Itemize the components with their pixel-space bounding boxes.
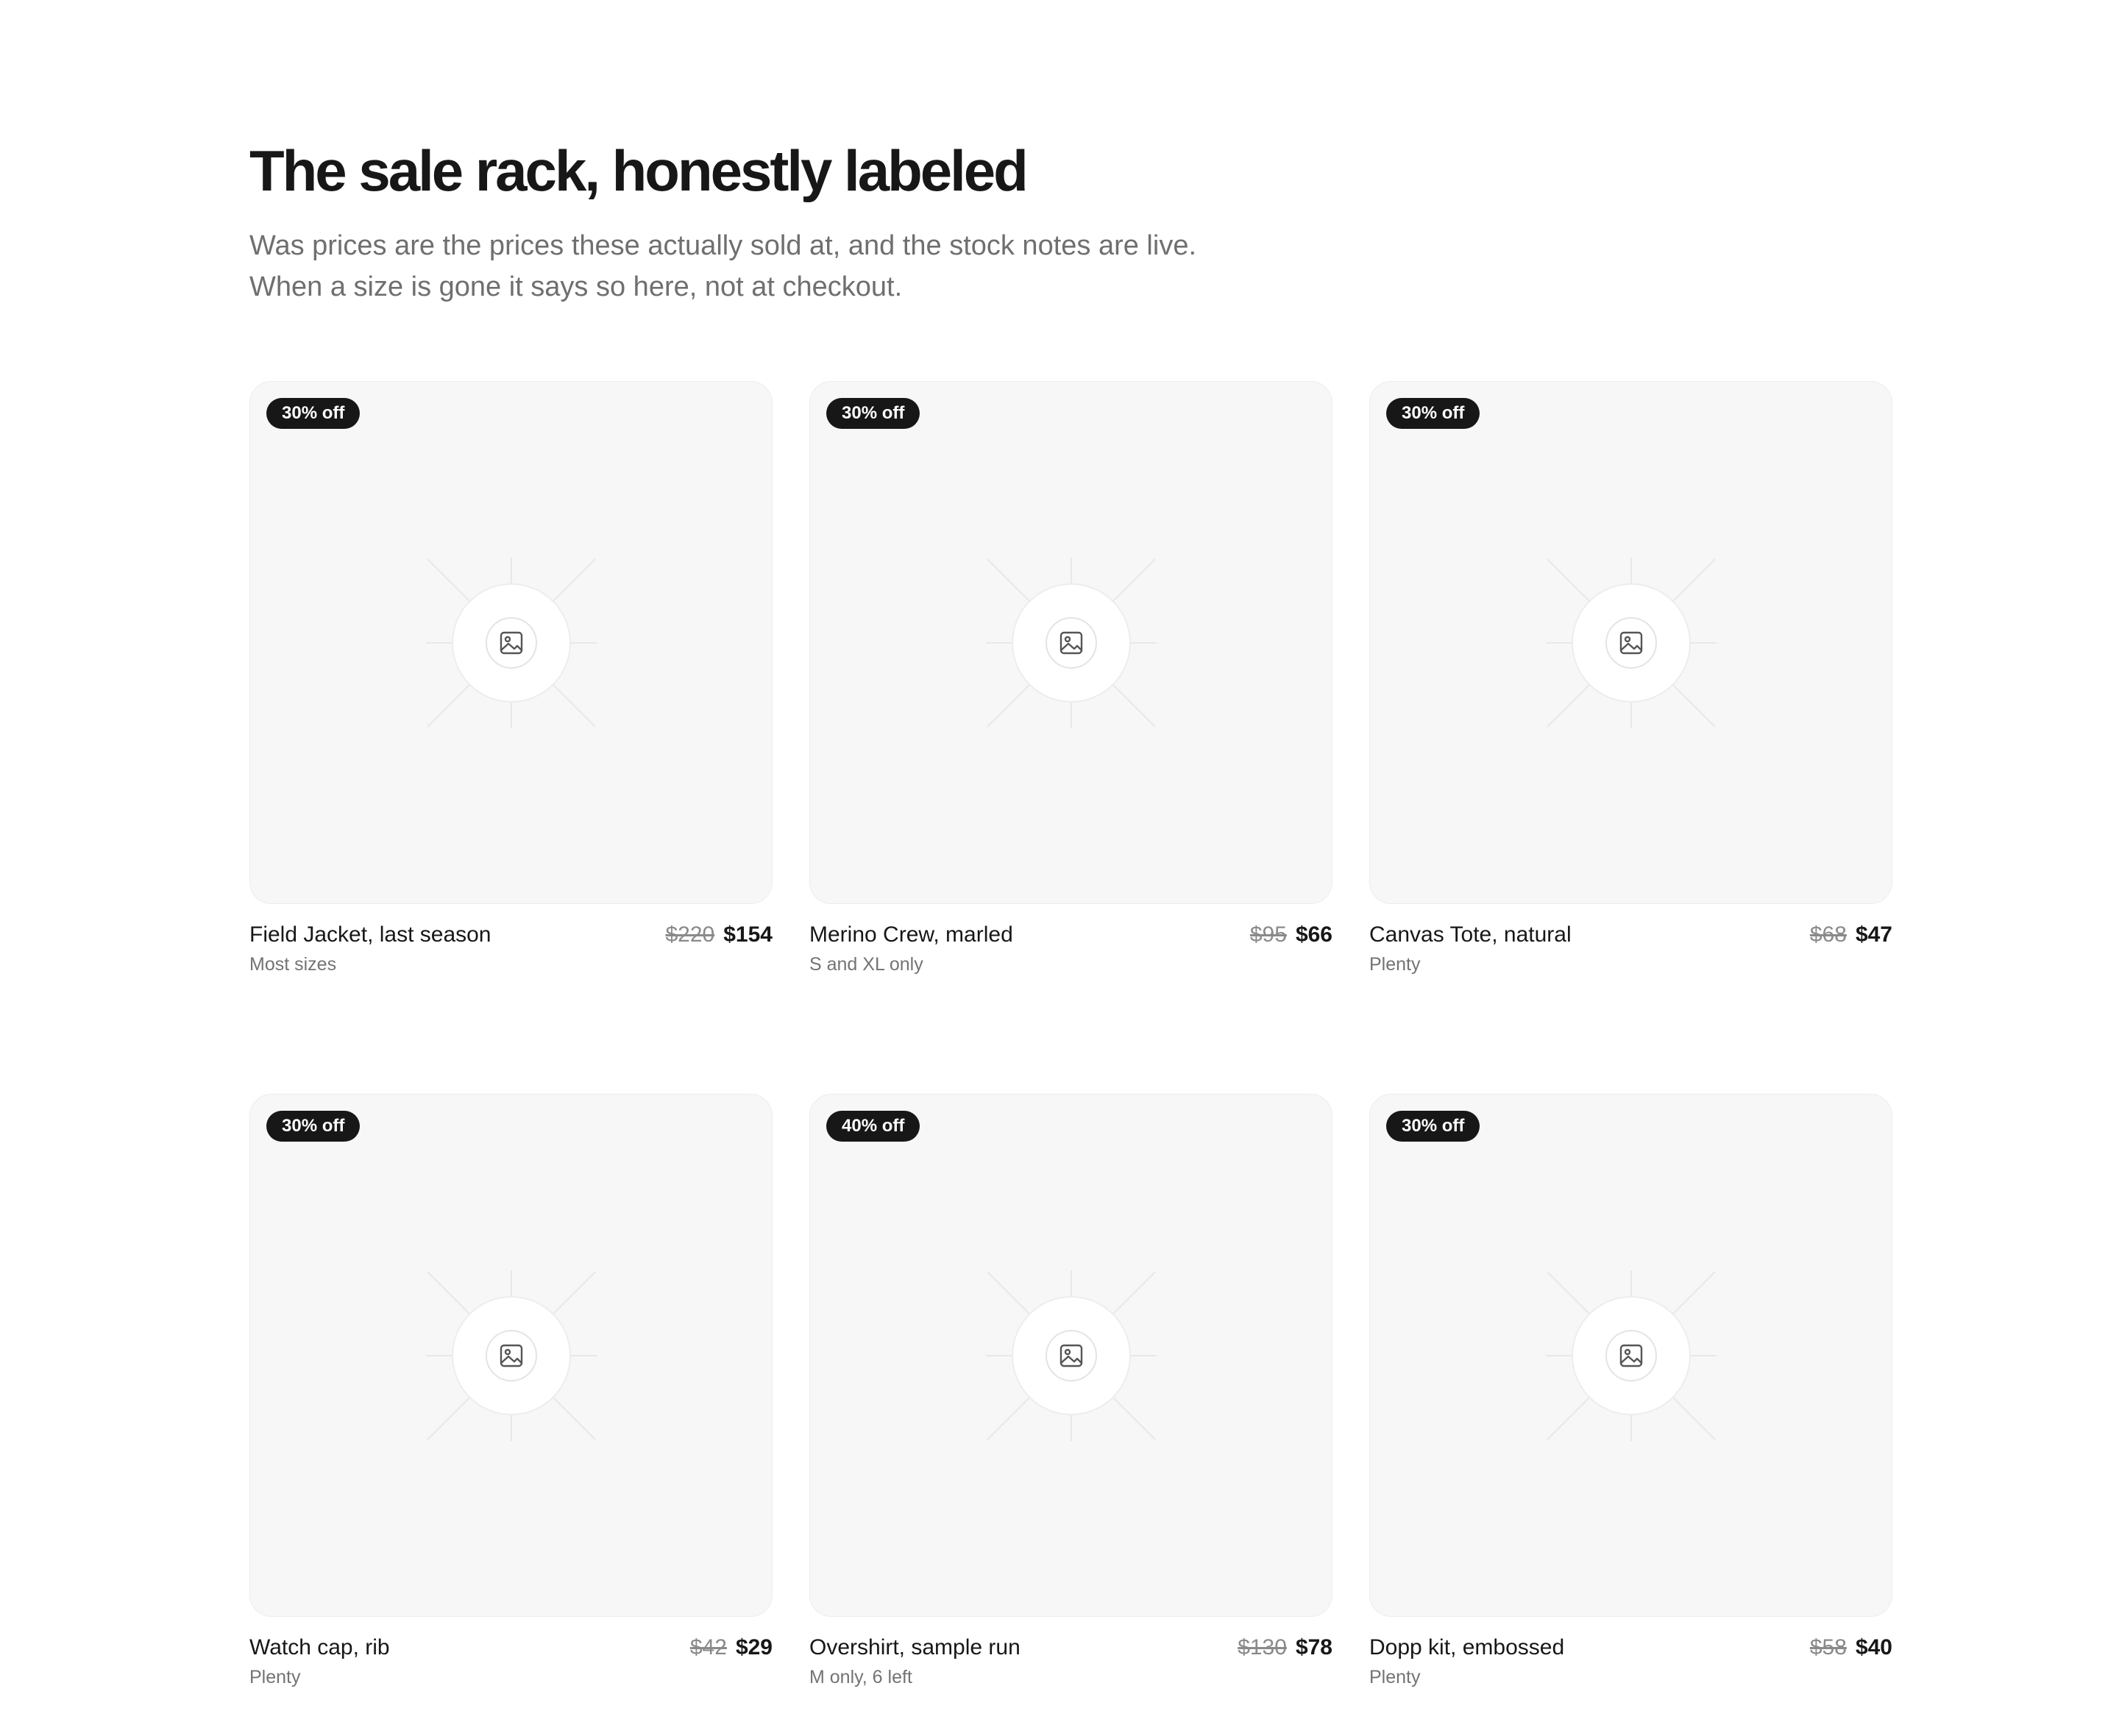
subtitle-line: When a size is gone it says so here, not… <box>249 271 903 302</box>
product-grid: 30% off Field Jacket, last season $220 $1… <box>249 381 1892 1695</box>
was-price: $42 <box>689 1635 727 1659</box>
product-name[interactable]: Dopp kit, embossed <box>1369 1633 1564 1662</box>
product-card[interactable]: 30% off Canvas Tote, natural $68 $47 Plen… <box>1369 381 1892 982</box>
price-group: $68 $47 <box>1810 920 1892 950</box>
product-card[interactable]: 30% off Watch cap, rib $42 $29 Plenty <box>249 1094 773 1695</box>
product-image[interactable]: 30% off <box>249 1094 773 1617</box>
discount-badge: 30% off <box>266 1111 361 1142</box>
sale-price: $40 <box>1855 1635 1892 1659</box>
product-name[interactable]: Overshirt, sample run <box>809 1633 1021 1662</box>
price-group: $42 $29 <box>690 1633 773 1662</box>
product-name[interactable]: Canvas Tote, natural <box>1369 920 1572 950</box>
price-group: $130 $78 <box>1238 1633 1332 1662</box>
product-card[interactable]: 30% off Merino Crew, marled $95 $66 S and… <box>809 381 1332 982</box>
was-price: $130 <box>1238 1635 1287 1659</box>
subtitle-line: Was prices are the prices these actually… <box>249 230 1197 261</box>
product-image[interactable]: 30% off <box>249 381 773 904</box>
was-price: $58 <box>1809 1635 1847 1659</box>
image-placeholder-icon <box>983 1267 1160 1444</box>
page-title: The sale rack, honestly labeled <box>249 138 1029 203</box>
stock-note: Plenty <box>1369 1667 1421 1687</box>
was-price: $68 <box>1809 922 1847 947</box>
image-placeholder-icon <box>423 555 600 731</box>
product-card[interactable]: 30% off Dopp kit, embossed $58 $40 Plenty <box>1369 1094 1892 1695</box>
product-card[interactable]: 30% off Field Jacket, last season $220 $1… <box>249 381 773 982</box>
product-image[interactable]: 40% off <box>809 1094 1332 1617</box>
sale-price: $29 <box>735 1635 773 1659</box>
stock-note: M only, 6 left <box>809 1667 912 1687</box>
price-group: $220 $154 <box>666 920 773 950</box>
product-image[interactable]: 30% off <box>809 381 1332 904</box>
discount-badge: 40% off <box>826 1111 920 1142</box>
product-name[interactable]: Watch cap, rib <box>249 1633 390 1662</box>
discount-badge: 30% off <box>1386 398 1480 429</box>
sale-price: $154 <box>723 922 773 947</box>
image-placeholder-icon <box>983 555 1160 731</box>
product-name[interactable]: Field Jacket, last season <box>249 920 491 950</box>
discount-badge: 30% off <box>266 398 361 429</box>
sale-price: $78 <box>1295 1635 1332 1659</box>
product-image[interactable]: 30% off <box>1369 1094 1892 1617</box>
product-card[interactable]: 40% off Overshirt, sample run $130 $78 M … <box>809 1094 1332 1695</box>
image-placeholder-icon <box>1543 555 1719 731</box>
price-group: $58 $40 <box>1810 1633 1892 1662</box>
stock-note: Plenty <box>249 1667 301 1687</box>
sale-price: $47 <box>1855 922 1892 947</box>
discount-badge: 30% off <box>1386 1111 1480 1142</box>
product-image[interactable]: 30% off <box>1369 381 1892 904</box>
was-price: $95 <box>1249 922 1287 947</box>
was-price: $220 <box>665 922 715 947</box>
page-subtitle: Was prices are the prices these actually… <box>249 225 1279 307</box>
stock-note: Most sizes <box>249 954 337 975</box>
product-name[interactable]: Merino Crew, marled <box>809 920 1013 950</box>
sale-price: $66 <box>1295 922 1332 947</box>
stock-note: S and XL only <box>809 954 923 975</box>
stock-note: Plenty <box>1369 954 1421 975</box>
image-placeholder-icon <box>423 1267 600 1444</box>
image-placeholder-icon <box>1543 1267 1719 1444</box>
price-group: $95 $66 <box>1250 920 1332 950</box>
discount-badge: 30% off <box>826 398 920 429</box>
